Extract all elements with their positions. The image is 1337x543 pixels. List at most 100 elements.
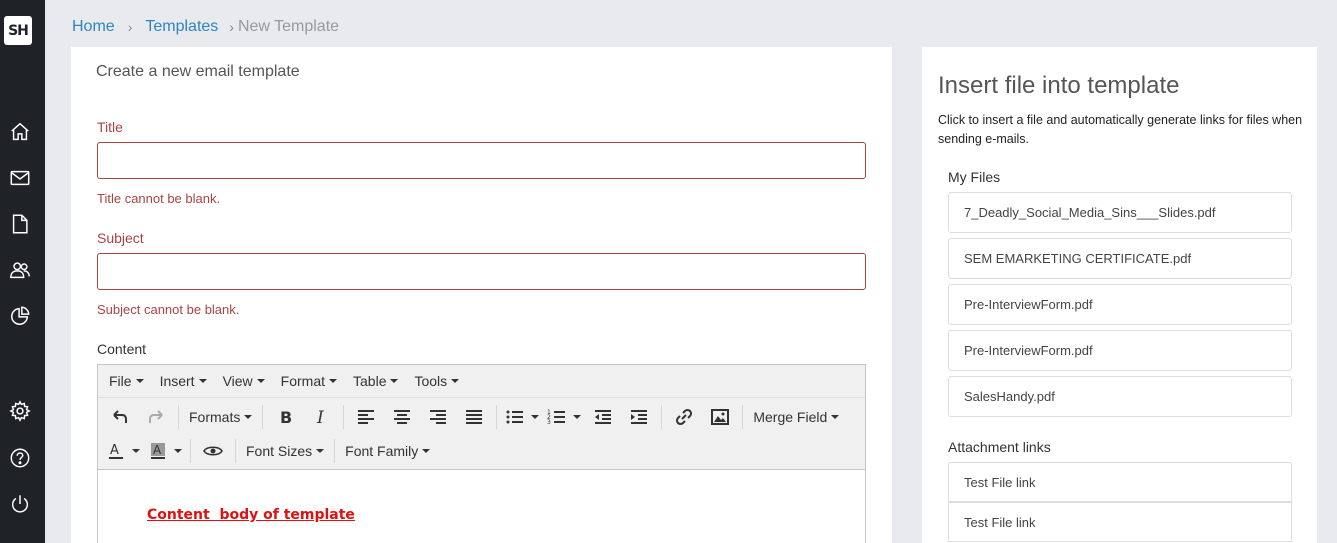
chevron-down-icon [573,415,582,419]
font-family-dropdown[interactable]: Font Family [339,443,436,459]
file-item[interactable]: Pre-InterviewForm.pdf [948,330,1292,371]
toolbar-row-2: A A Font Sizes Font Family [98,434,865,468]
link-icon [676,408,693,426]
home-icon[interactable] [9,121,31,143]
chevron-down-icon [329,379,338,383]
template-form-panel: Create a new email template Title Title … [71,47,892,543]
app-logo[interactable]: SH [4,16,32,45]
align-left-button[interactable] [352,403,380,431]
menu-format[interactable]: Format [280,373,338,389]
chevron-down-icon [198,379,207,383]
merge-field-dropdown[interactable]: Merge Field [747,409,845,425]
menu-view[interactable]: View [223,373,265,389]
align-center-icon [394,410,411,424]
align-center-button[interactable] [388,403,416,431]
file-item[interactable]: 7_Deadly_Social_Media_Sins___Slides.pdf [948,192,1292,233]
font-family-label: Font Family [345,443,419,459]
outdent-button[interactable] [589,403,617,431]
menu-insert[interactable]: Insert [160,373,207,389]
background-color-button[interactable]: A [148,437,182,465]
insert-file-title: Insert file into template [938,72,1180,99]
breadcrumb-separator: › [229,19,234,35]
title-label: Title [97,119,123,135]
sidebar: SH [0,0,45,543]
chevron-down-icon [831,415,840,419]
preview-button[interactable] [199,437,227,465]
menu-format-label: Format [280,373,326,389]
rich-text-editor: File Insert View Format Table Tools Form… [97,364,866,543]
align-right-button[interactable] [424,403,452,431]
bullet-list-icon [506,410,524,424]
align-justify-button[interactable] [460,403,488,431]
toolbar-divider [235,439,236,463]
chevron-down-icon [422,449,431,453]
chevron-down-icon [531,415,540,419]
formats-dropdown[interactable]: Formats [183,409,258,425]
redo-icon [149,410,163,423]
svg-text:A: A [110,443,119,458]
menu-insert-label: Insert [159,373,195,389]
text-color-button[interactable]: A [106,437,140,465]
breadcrumb: Home › Templates › New Template [72,18,339,36]
undo-button[interactable] [106,403,134,431]
breadcrumb-templates-link[interactable]: Templates [145,18,218,36]
breadcrumb-home-link[interactable]: Home [72,18,115,36]
numbered-list-button[interactable]: 123 [547,403,582,431]
pie-chart-icon[interactable] [9,305,31,327]
subject-label: Subject [97,230,144,246]
align-left-icon [358,410,375,424]
redo-button[interactable] [142,403,170,431]
editor-menubar: File Insert View Format Table Tools [98,365,865,398]
users-icon[interactable] [9,259,31,281]
file-item[interactable]: SEM EMARKETING CERTIFICATE.pdf [948,238,1292,279]
bullet-list-button[interactable] [505,403,540,431]
eye-icon [203,446,223,456]
toolbar-divider [262,405,264,429]
file-item[interactable]: Pre-InterviewForm.pdf [948,284,1292,325]
insert-file-description: Click to insert a file and automatically… [938,113,1303,146]
chevron-down-icon [244,415,253,419]
menu-tools[interactable]: Tools [414,373,460,389]
image-icon [711,409,730,425]
insert-image-button[interactable] [706,403,734,431]
insert-file-panel: Insert file into template Click to inser… [922,47,1317,543]
attachment-link-item[interactable]: Test File link [948,462,1292,502]
toolbar-row-1: Formats B I 1 2 3 Merge Field [98,400,865,434]
power-icon[interactable] [9,493,31,515]
menu-file-label: File [109,373,132,389]
bold-button[interactable]: B [271,403,299,431]
menu-view-label: View [222,373,253,389]
font-sizes-label: Font Sizes [246,443,313,459]
title-input[interactable] [97,142,866,179]
gear-icon[interactable] [9,400,31,422]
toolbar-divider [343,405,345,429]
file-item[interactable]: SalesHandy.pdf [948,376,1292,417]
indent-button[interactable] [625,403,653,431]
content-label: Content [97,341,147,357]
menu-file[interactable]: File [109,373,144,389]
menu-table[interactable]: Table [353,373,399,389]
svg-text:B: B [280,408,292,427]
toolbar-divider [496,405,498,429]
chevron-down-icon [256,379,265,383]
breadcrumb-current: New Template [237,18,340,35]
svg-text:3: 3 [547,419,551,426]
insert-link-button[interactable] [670,403,698,431]
font-sizes-dropdown[interactable]: Font Sizes [240,443,330,459]
breadcrumb-separator: › [127,19,133,35]
attachment-links-heading: Attachment links [948,439,1051,455]
help-icon[interactable] [9,447,31,469]
italic-button[interactable]: I [307,403,335,431]
chevron-down-icon [390,379,399,383]
mail-icon[interactable] [9,167,31,189]
editor-content-text[interactable]: Content body of template [147,507,355,523]
editor-content-area[interactable]: Content body of template [98,470,865,543]
background-color-icon: A [151,443,165,459]
attachment-link-item[interactable]: Test File link [948,502,1292,542]
document-icon[interactable] [9,213,31,235]
subject-input[interactable] [97,253,866,290]
align-justify-icon [466,410,483,424]
outdent-icon [595,410,612,424]
chevron-down-icon [174,449,182,453]
menu-tools-label: Tools [414,373,448,389]
